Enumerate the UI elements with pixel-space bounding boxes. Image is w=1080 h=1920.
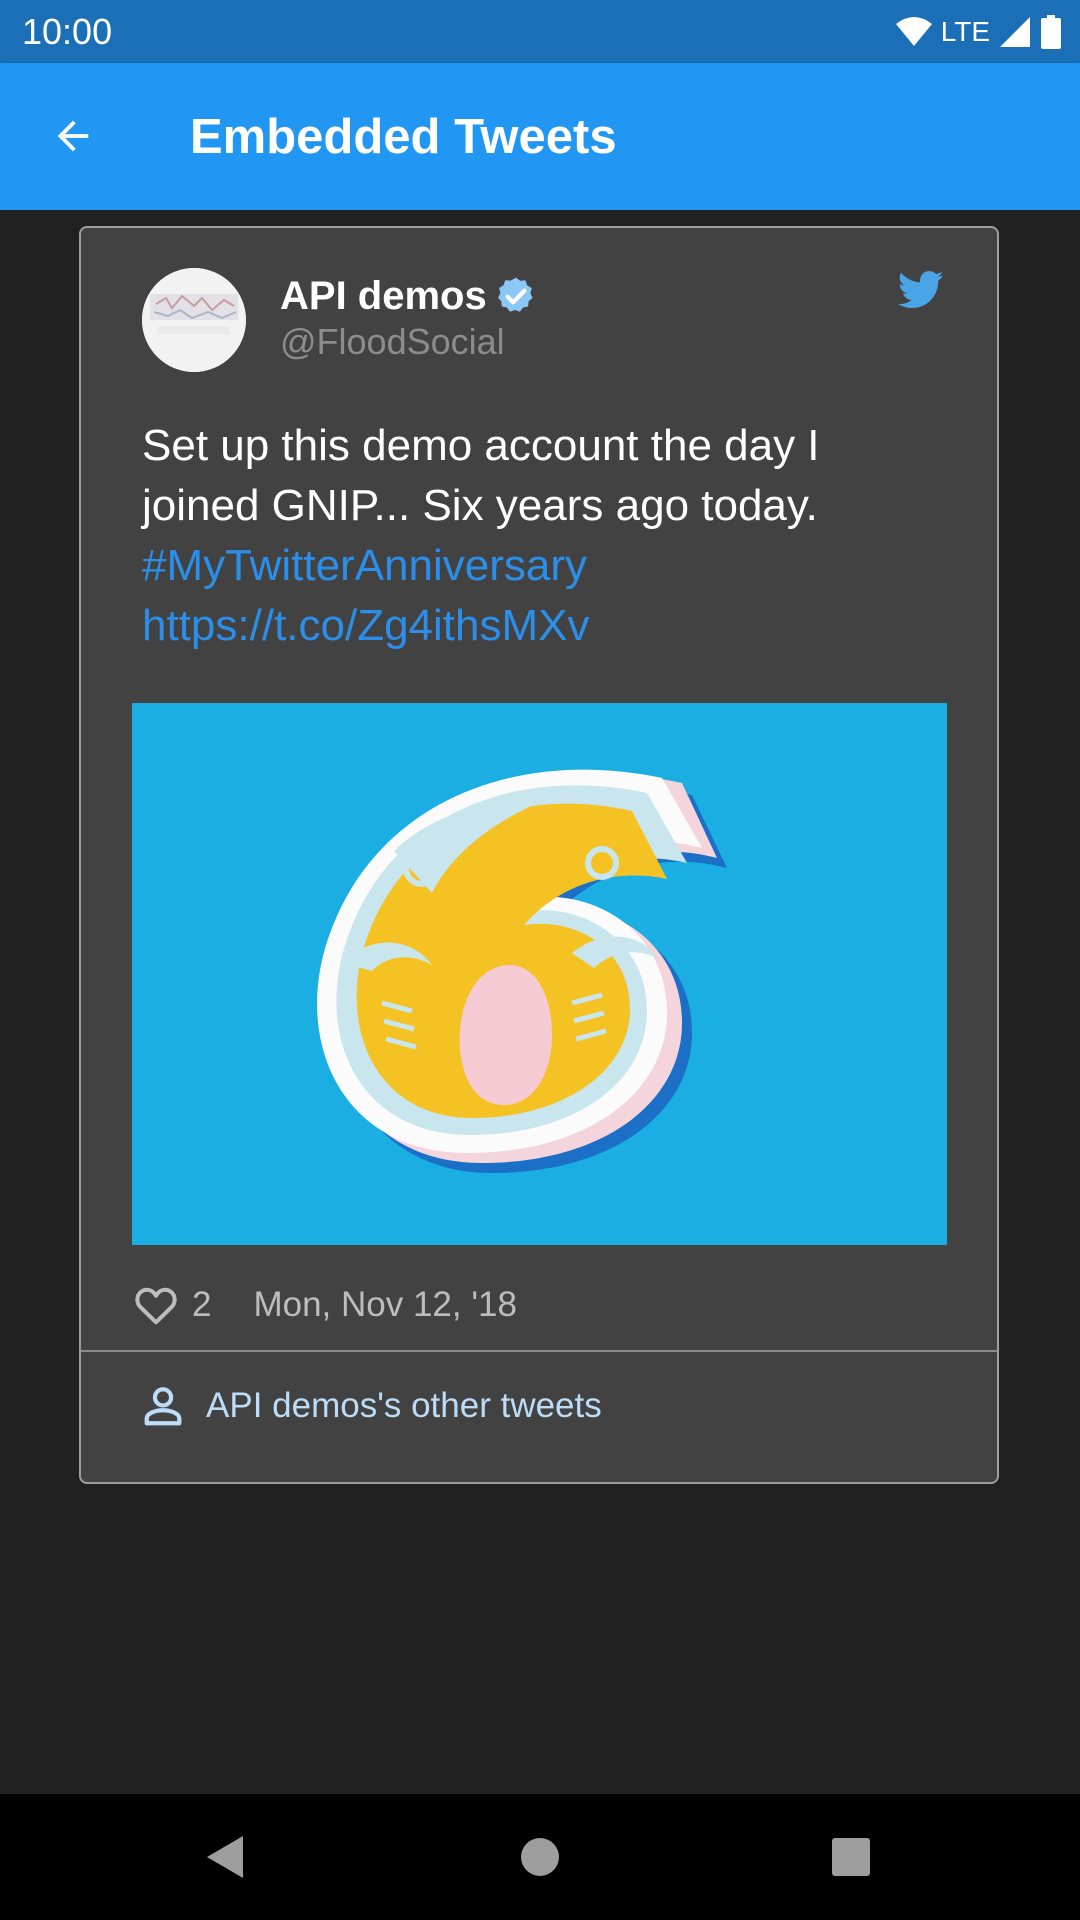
like-count: 2	[192, 1285, 212, 1324]
twitter-bird-icon[interactable]	[898, 270, 944, 310]
author-handle[interactable]: @FloodSocial	[280, 320, 505, 364]
tweet-body: Set up this demo account the day I joine…	[142, 421, 820, 530]
person-icon	[144, 1387, 182, 1426]
nav-home-button[interactable]	[510, 1827, 570, 1887]
status-bar: 10:00 LTE	[0, 0, 1080, 63]
app-bar: Embedded Tweets	[0, 63, 1080, 210]
other-tweets-label: API demos's other tweets	[206, 1386, 602, 1425]
hashtag-link[interactable]: #MyTwitterAnniversary	[142, 536, 942, 596]
paper-cut-six-image	[132, 703, 947, 1245]
battery-icon	[1041, 15, 1061, 49]
heart-icon	[135, 1287, 177, 1325]
card-divider	[81, 1350, 997, 1352]
system-nav-bar	[0, 1794, 1080, 1920]
avatar-image	[142, 268, 246, 372]
back-button[interactable]	[40, 103, 106, 169]
status-icons: LTE	[895, 12, 1062, 52]
url-link[interactable]: https://t.co/Zg4ithsMXv	[142, 596, 942, 656]
tweet-card[interactable]: API demos @FloodSocial Set up this demo …	[79, 226, 999, 1484]
cell-signal-icon	[1000, 17, 1030, 47]
back-triangle-icon	[207, 1836, 243, 1878]
like-button[interactable]: 2	[134, 1285, 211, 1325]
nav-back-button[interactable]	[195, 1827, 255, 1887]
verified-badge-icon	[497, 277, 533, 312]
tweet-date[interactable]: Mon, Nov 12, '18	[253, 1285, 517, 1325]
tweet-meta: 2 Mon, Nov 12, '18	[134, 1280, 517, 1330]
wifi-icon	[895, 17, 932, 46]
page-title: Embedded Tweets	[190, 110, 617, 164]
nav-recents-button[interactable]	[821, 1827, 881, 1887]
tweet-text: Set up this demo account the day I joine…	[142, 416, 942, 656]
avatar[interactable]	[142, 268, 246, 372]
recents-square-icon	[832, 1838, 870, 1876]
status-time: 10:00	[22, 11, 113, 52]
author-name-text: API demos	[280, 274, 487, 318]
content-area: API demos @FloodSocial Set up this demo …	[0, 210, 1080, 1794]
tweet-media-image[interactable]	[132, 703, 947, 1245]
network-type-label: LTE	[940, 16, 990, 47]
home-circle-icon	[521, 1838, 559, 1876]
arrow-back-icon	[57, 120, 89, 152]
author-name[interactable]: API demos	[280, 272, 537, 320]
other-tweets-link[interactable]: API demos's other tweets	[140, 1376, 602, 1436]
